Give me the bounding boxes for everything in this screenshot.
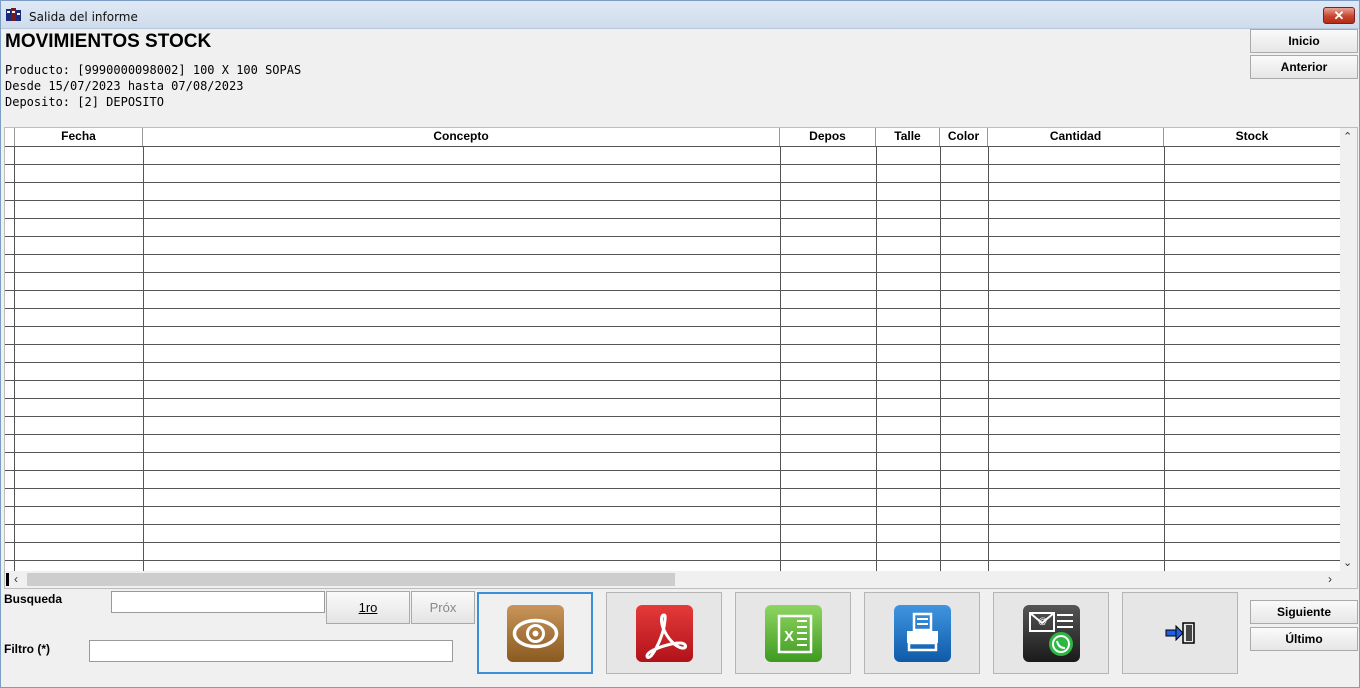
row-marker-column[interactable] xyxy=(5,147,15,571)
scroll-right-icon[interactable]: › xyxy=(1328,572,1332,586)
ultimo-button[interactable]: Último xyxy=(1250,627,1358,651)
next-result-button[interactable]: Próx xyxy=(411,591,475,624)
column-header-concepto[interactable]: Concepto xyxy=(143,128,780,146)
horizontal-scrollbar[interactable]: ‹ › xyxy=(5,571,1357,588)
column-header-talle[interactable]: Talle xyxy=(876,128,940,146)
email-whatsapp-icon: @ xyxy=(1023,605,1080,662)
scroll-position-marker xyxy=(6,573,9,586)
column-divider xyxy=(988,147,989,571)
pdf-export-button[interactable] xyxy=(606,592,722,674)
excel-export-button[interactable]: X xyxy=(735,592,851,674)
close-button[interactable]: ✕ xyxy=(1323,7,1355,24)
table-row[interactable] xyxy=(5,543,1340,561)
column-divider xyxy=(780,147,781,571)
siguiente-button[interactable]: Siguiente xyxy=(1250,600,1358,624)
busqueda-label: Busqueda xyxy=(4,592,63,606)
report-window: Salida del informe ✕ MOVIMIENTOS STOCK P… xyxy=(0,0,1360,688)
first-result-button[interactable]: 1ro xyxy=(326,591,410,624)
print-button[interactable] xyxy=(864,592,980,674)
table-row[interactable] xyxy=(5,417,1340,435)
excel-icon: X xyxy=(765,605,822,662)
column-header-depos[interactable]: Depos xyxy=(780,128,876,146)
table-row[interactable] xyxy=(5,507,1340,525)
printer-icon xyxy=(894,605,951,662)
table-row[interactable] xyxy=(5,435,1340,453)
column-divider xyxy=(143,147,144,571)
report-title: MOVIMIENTOS STOCK xyxy=(5,31,212,52)
send-email-whatsapp-button[interactable]: @ xyxy=(993,592,1109,674)
first-result-label: 1ro xyxy=(358,600,378,615)
column-header-cantidad[interactable]: Cantidad xyxy=(988,128,1164,146)
table-row[interactable] xyxy=(5,201,1340,219)
table-row[interactable] xyxy=(5,255,1340,273)
filtro-input[interactable] xyxy=(89,640,453,662)
window-title: Salida del informe xyxy=(29,10,138,24)
table-header: Fecha Concepto Depos Talle Color Cantida… xyxy=(5,128,1340,147)
scroll-down-icon[interactable]: ⌄ xyxy=(1343,556,1352,569)
column-divider xyxy=(940,147,941,571)
table-row[interactable] xyxy=(5,561,1340,571)
table-row[interactable] xyxy=(5,309,1340,327)
exit-icon xyxy=(1165,622,1195,644)
app-icon xyxy=(6,8,21,21)
svg-text:X: X xyxy=(784,628,794,645)
table-row[interactable] xyxy=(5,327,1340,345)
table-row[interactable] xyxy=(5,147,1340,165)
scroll-up-icon[interactable]: ⌃ xyxy=(1343,130,1352,143)
busqueda-input[interactable] xyxy=(111,591,325,613)
table-row[interactable] xyxy=(5,345,1340,363)
table-row[interactable] xyxy=(5,363,1340,381)
table-row[interactable] xyxy=(5,237,1340,255)
svg-text:@: @ xyxy=(1038,616,1047,626)
table-row[interactable] xyxy=(5,381,1340,399)
column-divider xyxy=(1164,147,1165,571)
table-row[interactable] xyxy=(5,273,1340,291)
stock-movements-table: Fecha Concepto Depos Talle Color Cantida… xyxy=(4,127,1358,589)
product-line: Producto: [9990000098002] 100 X 100 SOPA… xyxy=(5,63,302,77)
table-row[interactable] xyxy=(5,453,1340,471)
row-marker-header xyxy=(5,128,15,146)
anterior-button[interactable]: Anterior xyxy=(1250,55,1358,79)
exit-button[interactable] xyxy=(1122,592,1238,674)
table-row[interactable] xyxy=(5,183,1340,201)
vertical-scrollbar[interactable]: ⌃ ⌄ xyxy=(1340,128,1357,571)
table-body[interactable] xyxy=(5,147,1340,571)
table-row[interactable] xyxy=(5,399,1340,417)
date-range-line: Desde 15/07/2023 hasta 07/08/2023 xyxy=(5,79,244,93)
column-header-stock[interactable]: Stock xyxy=(1164,128,1340,146)
column-divider xyxy=(876,147,877,571)
table-row[interactable] xyxy=(5,489,1340,507)
column-header-color[interactable]: Color xyxy=(940,128,988,146)
table-row[interactable] xyxy=(5,219,1340,237)
close-icon: ✕ xyxy=(1333,8,1345,23)
table-row[interactable] xyxy=(5,291,1340,309)
column-header-fecha[interactable]: Fecha xyxy=(15,128,143,146)
table-row[interactable] xyxy=(5,471,1340,489)
view-button[interactable] xyxy=(477,592,593,674)
pdf-icon xyxy=(636,605,693,662)
eye-icon xyxy=(507,605,564,662)
title-bar: Salida del informe ✕ xyxy=(1,1,1359,29)
horizontal-scroll-thumb[interactable] xyxy=(27,573,675,586)
deposit-line: Deposito: [2] DEPOSITO xyxy=(5,95,164,109)
filtro-label: Filtro (*) xyxy=(4,642,50,656)
scroll-left-icon[interactable]: ‹ xyxy=(14,572,18,586)
table-row[interactable] xyxy=(5,165,1340,183)
inicio-button[interactable]: Inicio xyxy=(1250,29,1358,53)
table-row[interactable] xyxy=(5,525,1340,543)
